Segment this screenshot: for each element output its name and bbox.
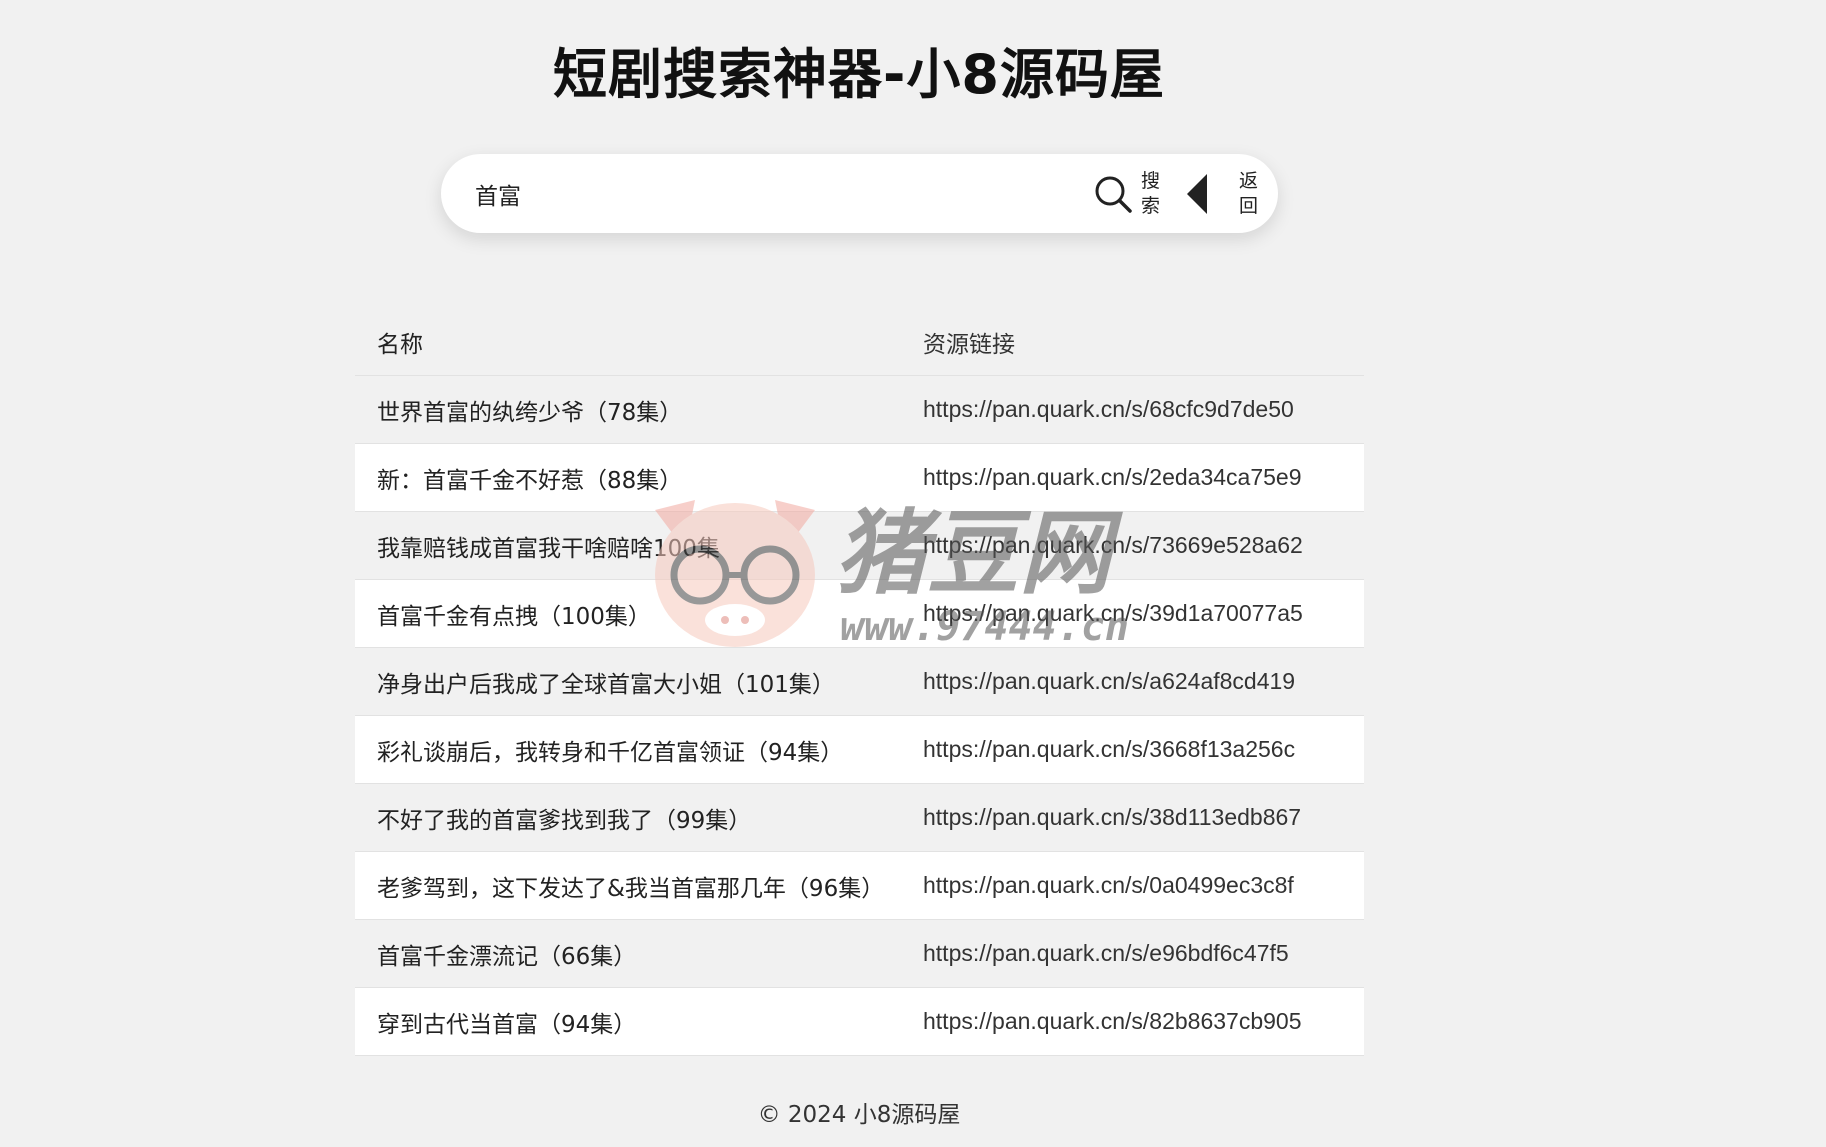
search-button[interactable]: 搜索 [1093, 166, 1173, 222]
row-link[interactable]: https://pan.quark.cn/s/82b8637cb905 [923, 1008, 1364, 1035]
footer: © 2024 小8源码屋 [757, 1102, 961, 1128]
row-name: 净身出户后我成了全球首富大小姐（101集） [377, 671, 835, 698]
row-link[interactable]: https://pan.quark.cn/s/39d1a70077a5 [923, 600, 1364, 627]
header-link: 资源链接 [923, 330, 1015, 357]
row-name: 首富千金有点拽（100集） [377, 603, 651, 630]
search-input[interactable] [455, 162, 1085, 225]
table-row: 老爹驾到，这下发达了&我当首富那几年（96集） https://pan.quar… [355, 852, 1364, 920]
page: 短剧搜索神器-小8源码屋 搜索 返回 名称 资源链接 世界首富的纨绔少爷（78集… [0, 0, 1826, 1147]
row-name: 我靠赔钱成首富我干啥赔啥100集 [377, 535, 720, 562]
row-name: 彩礼谈崩后，我转身和千亿首富领证（94集） [377, 739, 844, 766]
row-link[interactable]: https://pan.quark.cn/s/0a0499ec3c8f [923, 872, 1364, 899]
table-row: 穿到古代当首富（94集） https://pan.quark.cn/s/82b8… [355, 988, 1364, 1056]
table-row: 净身出户后我成了全球首富大小姐（101集） https://pan.quark.… [355, 648, 1364, 716]
back-button[interactable]: 返回 [1185, 166, 1265, 222]
search-button-label: 搜索 [1141, 170, 1161, 217]
table-row: 世界首富的纨绔少爷（78集） https://pan.quark.cn/s/68… [355, 376, 1364, 444]
table-header: 名称 资源链接 [355, 308, 1364, 376]
row-link[interactable]: https://pan.quark.cn/s/73669e528a62 [923, 532, 1364, 559]
table-row: 首富千金有点拽（100集） https://pan.quark.cn/s/39d… [355, 580, 1364, 648]
search-icon [1095, 176, 1132, 213]
table-row: 首富千金漂流记（66集） https://pan.quark.cn/s/e96b… [355, 920, 1364, 988]
back-button-label: 返回 [1239, 170, 1259, 217]
row-link[interactable]: https://pan.quark.cn/s/e96bdf6c47f5 [923, 940, 1364, 967]
row-name: 穿到古代当首富（94集） [377, 1011, 637, 1038]
table-row: 彩礼谈崩后，我转身和千亿首富领证（94集） https://pan.quark.… [355, 716, 1364, 784]
row-link[interactable]: https://pan.quark.cn/s/2eda34ca75e9 [923, 464, 1364, 491]
row-link[interactable]: https://pan.quark.cn/s/a624af8cd419 [923, 668, 1364, 695]
table-row: 新：首富千金不好惹（88集） https://pan.quark.cn/s/2e… [355, 444, 1364, 512]
row-name: 首富千金漂流记（66集） [377, 943, 637, 970]
row-link[interactable]: https://pan.quark.cn/s/38d113edb867 [923, 804, 1364, 831]
row-name: 老爹驾到，这下发达了&我当首富那几年（96集） [377, 875, 885, 902]
row-name: 世界首富的纨绔少爷（78集） [377, 399, 683, 426]
search-bar: 搜索 返回 [441, 154, 1278, 233]
back-triangle-icon [1187, 174, 1207, 214]
row-name: 不好了我的首富爹找到我了（99集） [377, 807, 752, 834]
table-row: 我靠赔钱成首富我干啥赔啥100集 https://pan.quark.cn/s/… [355, 512, 1364, 580]
results-table: 名称 资源链接 世界首富的纨绔少爷（78集） https://pan.quark… [355, 308, 1364, 1056]
table-row: 不好了我的首富爹找到我了（99集） https://pan.quark.cn/s… [355, 784, 1364, 852]
row-name: 新：首富千金不好惹（88集） [377, 467, 683, 494]
header-name: 名称 [377, 331, 423, 358]
row-link[interactable]: https://pan.quark.cn/s/3668f13a256c [923, 736, 1364, 763]
row-link[interactable]: https://pan.quark.cn/s/68cfc9d7de50 [923, 396, 1364, 423]
page-title: 短剧搜索神器-小8源码屋 [553, 43, 1165, 106]
